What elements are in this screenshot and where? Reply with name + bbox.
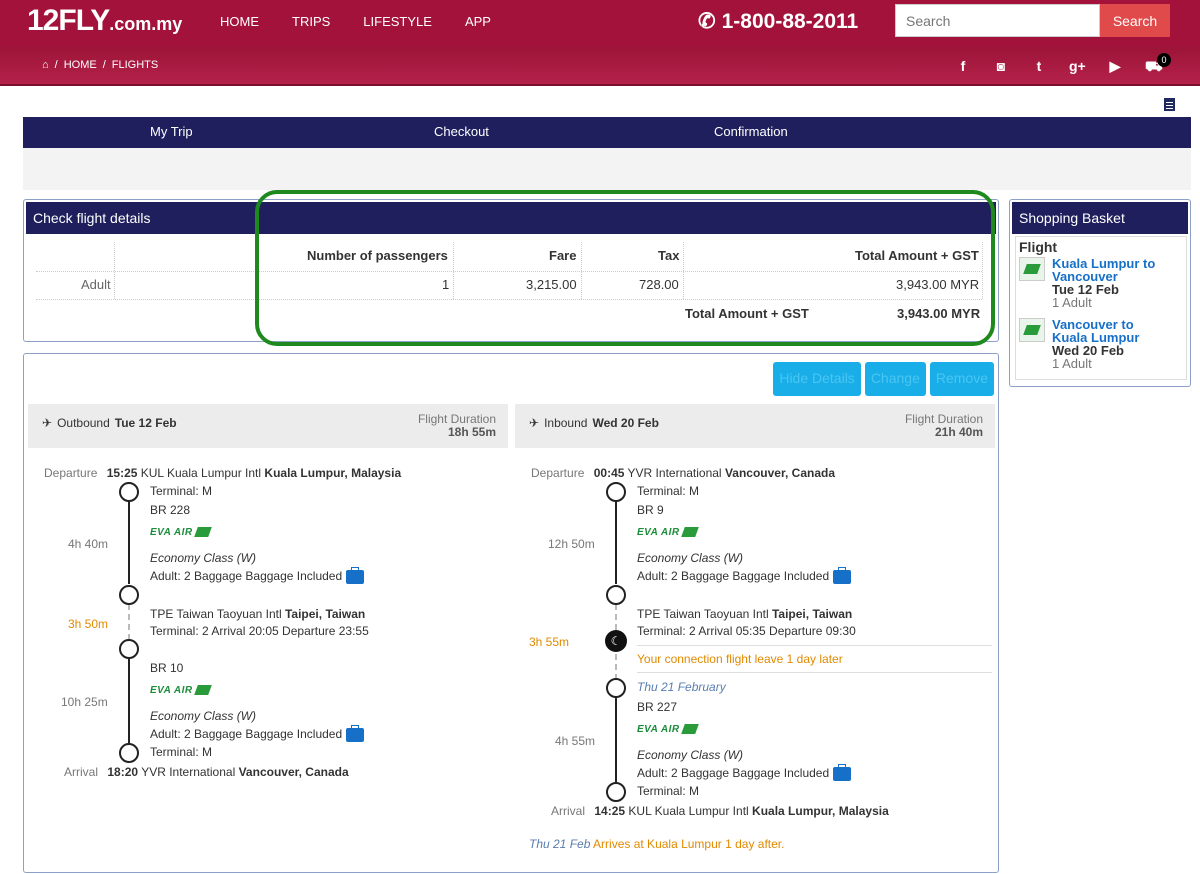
nav-trips[interactable]: TRIPS xyxy=(292,14,330,29)
stop-marker xyxy=(606,585,626,605)
stop-marker xyxy=(119,639,139,659)
checkout-steps: My Trip Checkout Confirmation xyxy=(23,117,1191,148)
basket-route[interactable]: Vancouver to Kuala Lumpur xyxy=(1052,318,1139,344)
basket-content: Flight Kuala Lumpur to Vancouver Tue 12 F… xyxy=(1015,236,1187,380)
leg-duration: Flight Duration 21h 40m xyxy=(904,412,983,439)
leg-label: Outbound xyxy=(57,416,110,430)
highlight-frame xyxy=(255,190,995,346)
eva-air-logo: EVA AIR xyxy=(637,724,697,735)
steps-spacer xyxy=(23,148,1191,190)
itinerary-actions: Hide Details Change Remove xyxy=(773,362,994,396)
leg-date: Wed 20 Feb xyxy=(592,416,659,430)
logo-main: 12FLY xyxy=(27,4,110,37)
nav-lifestyle[interactable]: LIFESTYLE xyxy=(363,14,432,29)
stop-marker xyxy=(606,782,626,802)
phone-text: 1-800-88-2011 xyxy=(721,9,859,33)
stop-marker xyxy=(606,678,626,698)
basket-item[interactable]: Kuala Lumpur to Vancouver Tue 12 Feb 1 Ad… xyxy=(1019,257,1184,317)
eva-air-logo: EVA AIR xyxy=(150,685,210,696)
hide-details-button[interactable]: Hide Details xyxy=(773,362,861,396)
google-plus-icon[interactable]: g+ xyxy=(1069,58,1086,77)
shopping-basket: Shopping Basket Flight Kuala Lumpur to Va… xyxy=(1009,199,1191,387)
airline-logo-icon xyxy=(1019,257,1045,281)
search-button[interactable]: Search xyxy=(1100,4,1170,37)
sub-header: ⌂ / HOME / FLIGHTS f ◙ t g+ ▶ ⛟ xyxy=(0,46,1200,86)
nav-home[interactable]: HOME xyxy=(220,14,259,29)
breadcrumb-home[interactable]: HOME xyxy=(64,59,97,71)
baggage-icon xyxy=(346,724,365,742)
stop-marker xyxy=(606,482,626,502)
basket-pax: 1 Adult xyxy=(1052,295,1092,310)
outbound-leg: ✈ Outbound Tue 12 Feb Flight Duration 18h… xyxy=(28,404,508,874)
itinerary-panel: Hide Details Change Remove ✈ Outbound Tu… xyxy=(23,353,999,873)
youtube-icon[interactable]: ▶ xyxy=(1107,58,1123,77)
baggage-icon xyxy=(833,566,852,584)
step-my-trip[interactable]: My Trip xyxy=(150,124,193,139)
instagram-icon[interactable]: ◙ xyxy=(993,58,1009,77)
stop-marker xyxy=(119,585,139,605)
nav-app[interactable]: APP xyxy=(465,14,491,29)
main-nav: HOME TRIPS LIFESTYLE APP xyxy=(220,14,524,29)
remove-button[interactable]: Remove xyxy=(929,362,994,396)
arrival-note: Thu 21 Feb Arrives at Kuala Lumpur 1 day… xyxy=(529,837,785,851)
basket-route[interactable]: Kuala Lumpur to Vancouver xyxy=(1052,257,1155,283)
plane-arrive-icon: ✈ xyxy=(529,416,540,430)
step-confirmation[interactable]: Confirmation xyxy=(714,124,788,139)
baggage-icon xyxy=(833,763,852,781)
top-header: 12FLY.com.my HOME TRIPS LIFESTYLE APP ✆ … xyxy=(0,0,1200,46)
basket-section: Flight xyxy=(1019,239,1058,255)
change-button[interactable]: Change xyxy=(864,362,926,396)
breadcrumb-flights[interactable]: FLIGHTS xyxy=(112,59,158,71)
eva-air-logo: EVA AIR xyxy=(150,527,210,538)
inbound-leg: ✈ Inbound Wed 20 Feb Flight Duration 21h … xyxy=(515,404,995,874)
basket-title: Shopping Basket xyxy=(1012,202,1188,234)
moon-icon: ☾ xyxy=(605,630,627,652)
social-links: f ◙ t g+ ▶ ⛟ xyxy=(955,58,1163,77)
phone-icon: ✆ xyxy=(698,10,716,33)
breadcrumb: ⌂ / HOME / FLIGHTS xyxy=(42,59,159,71)
row-type: Adult xyxy=(81,277,111,292)
step-checkout[interactable]: Checkout xyxy=(434,124,489,139)
search-input[interactable] xyxy=(895,4,1100,37)
inbound-header: ✈ Inbound Wed 20 Feb Flight Duration 21h … xyxy=(515,404,995,448)
next-day-notice: Your connection flight leave 1 day later xyxy=(637,652,843,666)
eva-air-logo: EVA AIR xyxy=(637,527,697,538)
leg-label: Inbound xyxy=(544,416,588,430)
document-icon[interactable] xyxy=(1164,98,1175,111)
plane-depart-icon: ✈ xyxy=(42,416,53,430)
outbound-header: ✈ Outbound Tue 12 Feb Flight Duration 18h… xyxy=(28,404,508,448)
home-icon[interactable]: ⌂ xyxy=(42,59,49,71)
facebook-icon[interactable]: f xyxy=(955,58,971,77)
stop-marker xyxy=(119,743,139,763)
airline-logo-icon xyxy=(1019,318,1045,342)
basket-pax: 1 Adult xyxy=(1052,356,1092,371)
leg-date: Tue 12 Feb xyxy=(114,416,177,430)
cart-count-badge: 0 xyxy=(1157,53,1171,67)
basket-item[interactable]: Vancouver to Kuala Lumpur Wed 20 Feb 1 Ad… xyxy=(1019,318,1184,378)
leg-duration: Flight Duration 18h 55m xyxy=(417,412,496,439)
site-logo[interactable]: 12FLY.com.my xyxy=(27,4,182,38)
twitter-icon[interactable]: t xyxy=(1031,58,1047,77)
stop-marker xyxy=(119,482,139,502)
baggage-icon xyxy=(346,566,365,584)
phone-number[interactable]: ✆ 1-800-88-2011 xyxy=(698,9,858,34)
logo-suffix: .com.my xyxy=(109,14,183,34)
